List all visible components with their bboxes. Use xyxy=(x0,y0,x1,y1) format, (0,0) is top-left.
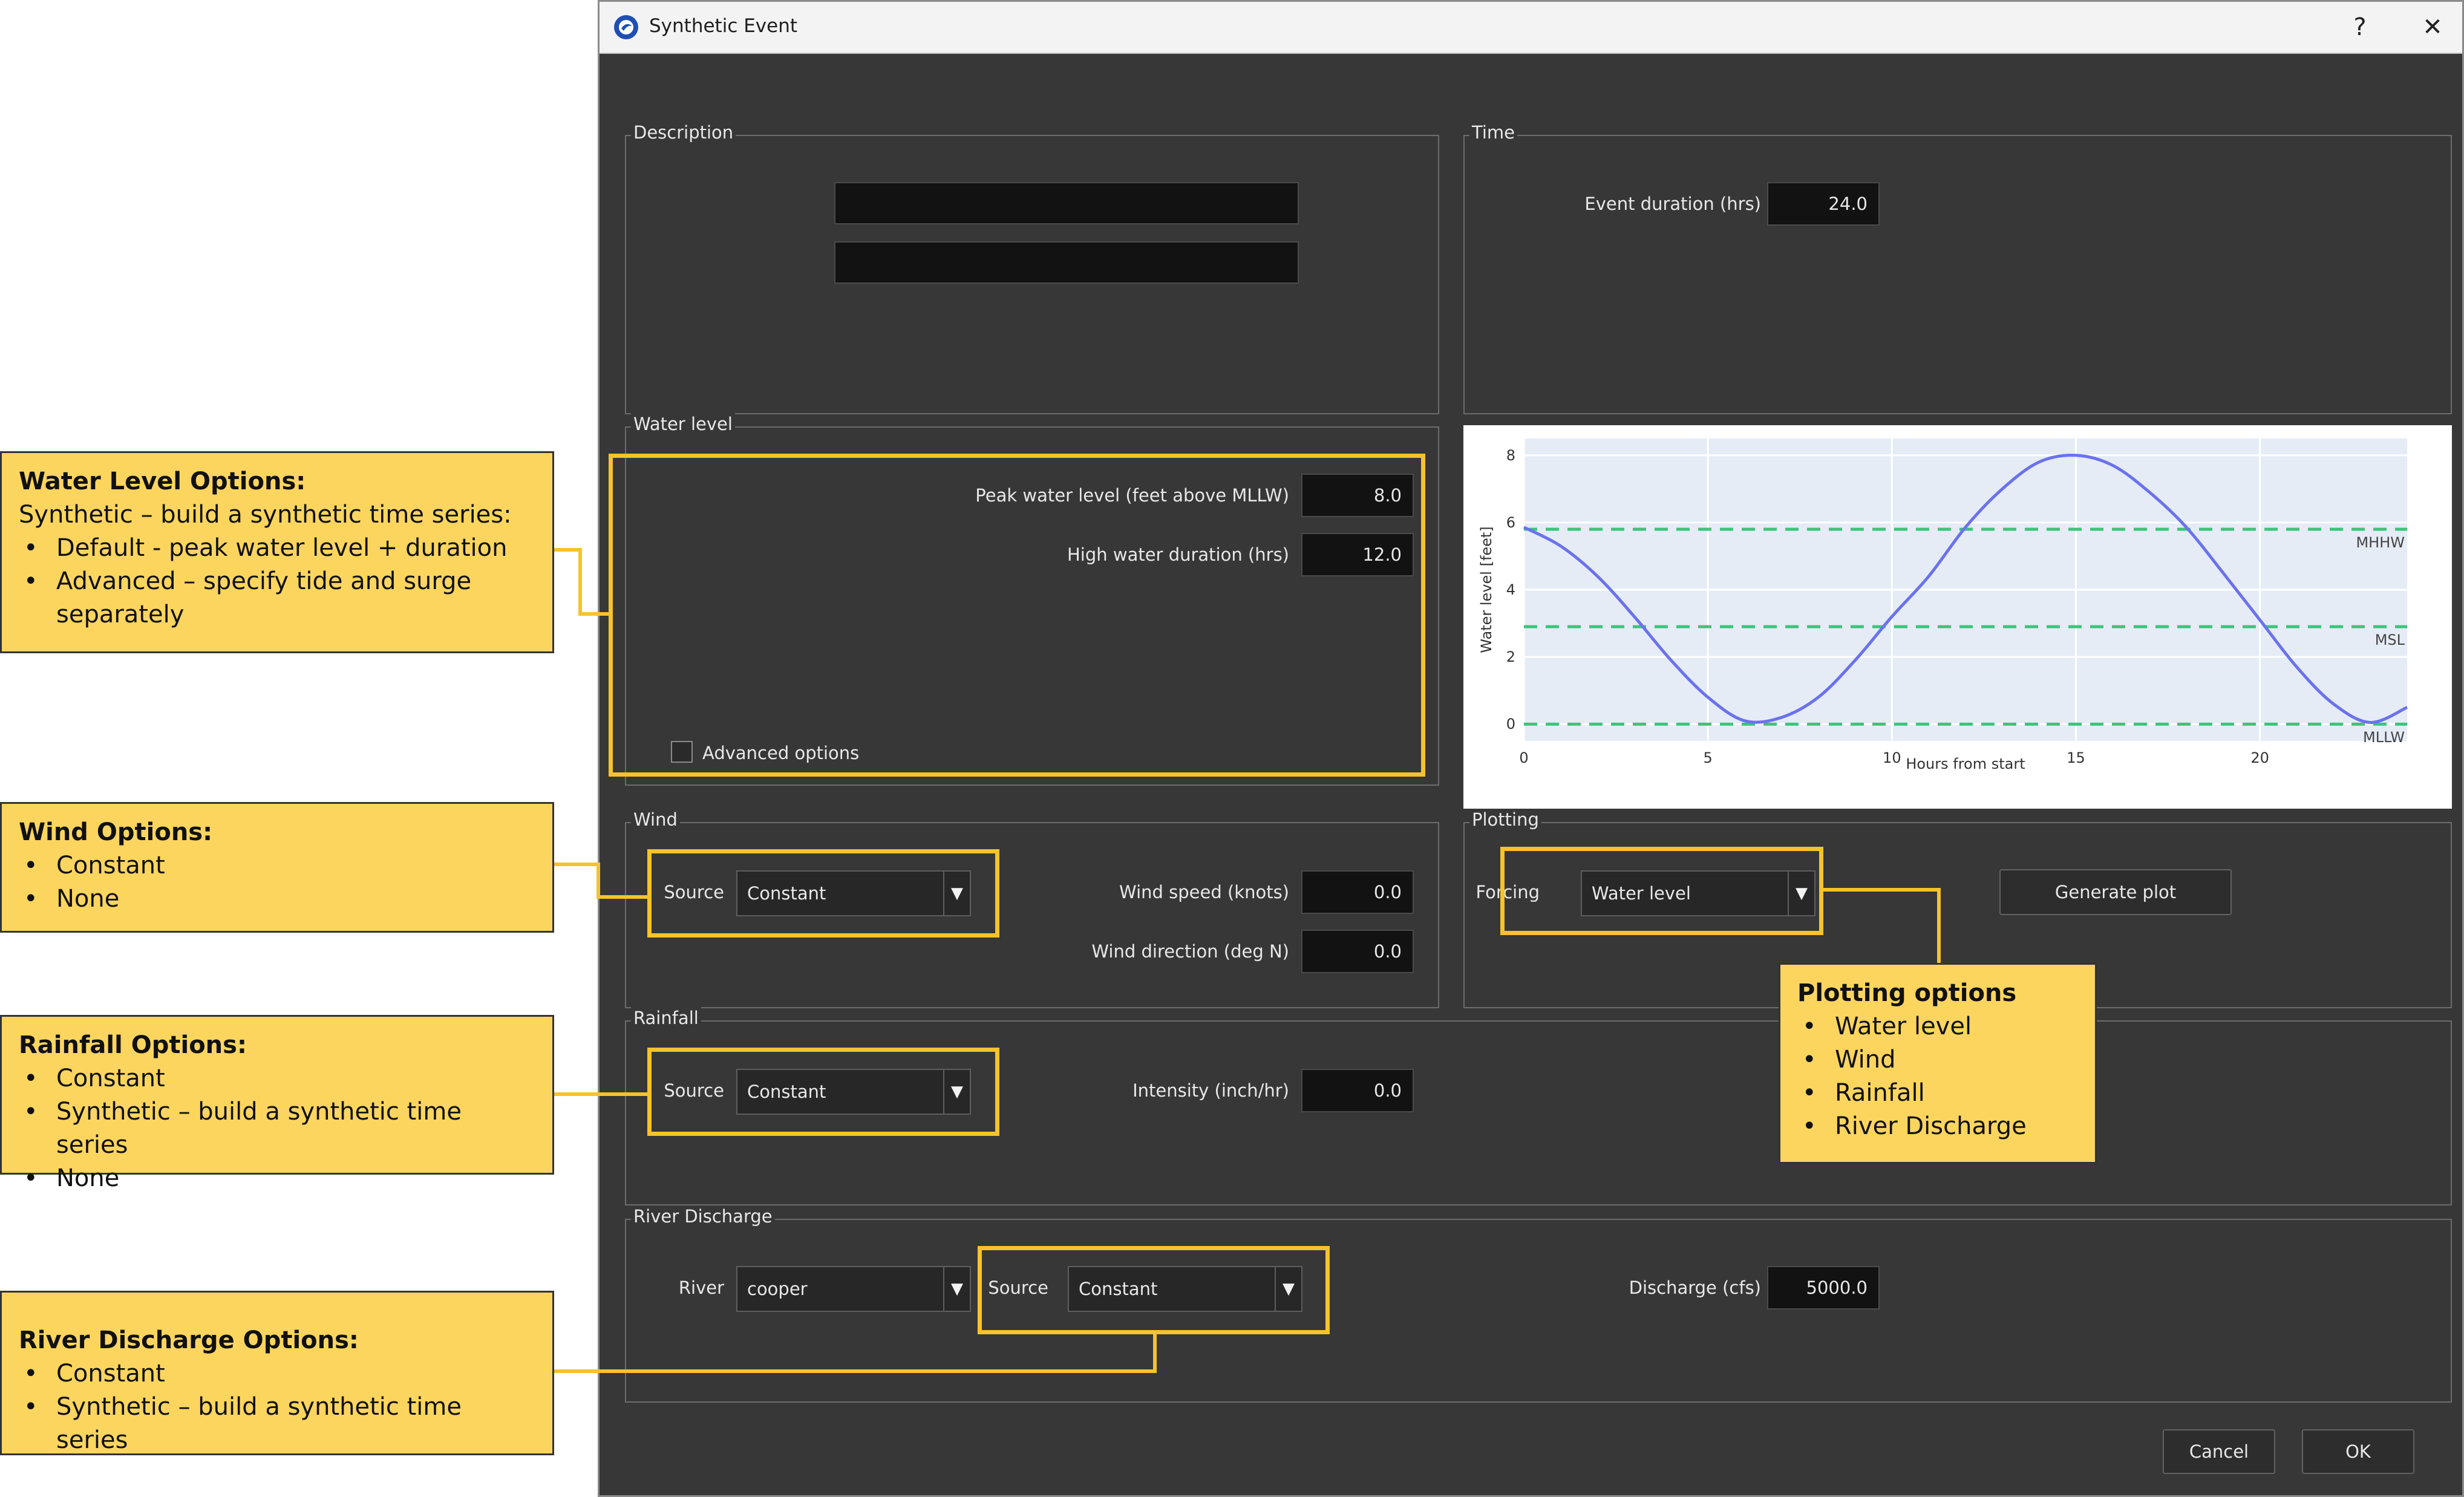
callout-title: Wind Options: xyxy=(19,818,213,846)
close-button[interactable]: ✕ xyxy=(2414,10,2451,44)
wind-connector xyxy=(596,895,650,899)
callout-item: Rainfall xyxy=(1797,1077,2078,1110)
screenshot-root: Synthetic Event ? ✕ Description Event Na… xyxy=(0,0,2464,1497)
rainfall-source-highlight xyxy=(647,1048,999,1136)
water-level-group-label: Water level xyxy=(631,413,735,435)
app-logo-icon xyxy=(614,15,638,39)
y-tick-label: 0 xyxy=(1506,716,1515,732)
time-group-label: Time xyxy=(1469,122,1517,143)
water-level-callout: Water Level Options: Synthetic – build a… xyxy=(0,451,554,653)
x-tick-label: 5 xyxy=(1704,749,1713,766)
reference-line-label: MSL xyxy=(2375,631,2405,648)
title-bar: Synthetic Event ? ✕ xyxy=(600,2,2462,54)
plotting-group-label: Plotting xyxy=(1469,809,1541,830)
river-source-highlight xyxy=(978,1246,1330,1334)
callout-list: Constant Synthetic – build a synthetic t… xyxy=(19,1357,535,1457)
callout-intro: Synthetic – build a synthetic time serie… xyxy=(19,501,512,529)
ok-button[interactable]: OK xyxy=(2302,1429,2414,1474)
rainfall-intensity-input[interactable] xyxy=(1301,1069,1414,1112)
river-value: cooper xyxy=(747,1279,808,1299)
river-label: River xyxy=(678,1277,724,1298)
river-connector xyxy=(552,1369,1157,1373)
callout-item: Wind xyxy=(1797,1043,2078,1077)
plotting-callout: Plotting options Water level Wind Rainfa… xyxy=(1779,963,2097,1164)
event-duration-input[interactable] xyxy=(1767,182,1880,226)
water-level-connector xyxy=(578,548,582,616)
x-tick-label: 15 xyxy=(2067,749,2085,766)
y-tick-label: 4 xyxy=(1506,581,1515,598)
callout-item: Synthetic – build a synthetic time serie… xyxy=(19,1391,535,1457)
rainfall-connector xyxy=(552,1092,650,1096)
rainfall-intensity-label: Intensity (inch/hr) xyxy=(1132,1080,1289,1101)
callout-item: Constant xyxy=(19,849,535,882)
callout-item: None xyxy=(19,1162,535,1195)
x-axis-label: Hours from start xyxy=(1906,755,2025,772)
callout-item: Constant xyxy=(19,1357,535,1391)
river-discharge-group-label: River Discharge xyxy=(631,1205,775,1227)
wind-callout: Wind Options: Constant None xyxy=(0,802,554,933)
event-name-input[interactable] xyxy=(834,182,1299,224)
callout-title: Plotting options xyxy=(1797,979,2017,1007)
forcing-highlight xyxy=(1500,847,1823,935)
x-tick-label: 20 xyxy=(2250,749,2269,766)
wind-direction-input[interactable] xyxy=(1301,930,1414,973)
discharge-label: Discharge (cfs) xyxy=(1629,1277,1761,1298)
callout-list: Water level Wind Rainfall River Discharg… xyxy=(1797,1010,2078,1143)
callout-list: Constant Synthetic – build a synthetic t… xyxy=(19,1062,535,1195)
help-button[interactable]: ? xyxy=(2342,10,2378,44)
wind-direction-label: Wind direction (deg N) xyxy=(1091,941,1289,962)
callout-item: Default - peak water level + duration xyxy=(19,532,535,565)
callout-item: Synthetic – build a synthetic time serie… xyxy=(19,1095,535,1162)
x-tick-label: 10 xyxy=(1883,749,1901,766)
wind-connector xyxy=(552,863,600,866)
time-group xyxy=(1463,135,2452,414)
water-level-connector xyxy=(552,548,582,552)
cancel-button[interactable]: Cancel xyxy=(2163,1429,2275,1474)
callout-item: Constant xyxy=(19,1062,535,1095)
plotting-connector xyxy=(1822,888,1941,892)
river-connector xyxy=(1153,1331,1157,1373)
y-axis-label: Water level [feet] xyxy=(1478,526,1495,653)
callout-list: Constant None xyxy=(19,849,535,916)
dropdown-arrow-icon: ▼ xyxy=(943,1267,970,1311)
x-tick-label: 0 xyxy=(1519,749,1528,766)
callout-item: River Discharge xyxy=(1797,1110,2078,1143)
water-level-chart: MHHW MSL MLLW 0 5 10 15 20 0 2 4 6 8 Hours from sta… xyxy=(1463,425,2452,809)
river-combo[interactable]: cooper ▼ xyxy=(736,1266,971,1312)
y-tick-label: 6 xyxy=(1506,514,1515,531)
wind-group-label: Wind xyxy=(631,809,680,830)
reference-line-label: MHHW xyxy=(2356,534,2405,551)
callout-item: None xyxy=(19,882,535,916)
water-level-connector xyxy=(578,612,611,616)
description-group-label: Description xyxy=(631,122,736,143)
callout-list: Default - peak water level + duration Ad… xyxy=(19,532,535,631)
water-level-chart-svg: MHHW MSL MLLW 0 5 10 15 20 0 2 4 6 8 Hours from sta… xyxy=(1478,439,2408,772)
callout-title: River Discharge Options: xyxy=(19,1326,359,1354)
plotting-connector xyxy=(1937,888,1941,963)
callout-title: Water Level Options: xyxy=(19,468,306,495)
wind-speed-input[interactable] xyxy=(1301,870,1414,914)
wind-speed-label: Wind speed (knots) xyxy=(1119,882,1289,902)
wind-source-highlight xyxy=(647,849,999,938)
callout-item: Advanced – specify tide and surge separa… xyxy=(19,565,535,631)
y-tick-label: 2 xyxy=(1506,648,1515,665)
window-title: Synthetic Event xyxy=(649,15,798,37)
rainfall-group-label: Rainfall xyxy=(631,1007,701,1029)
discharge-input[interactable] xyxy=(1767,1266,1880,1309)
description-input[interactable] xyxy=(834,241,1299,284)
rainfall-callout: Rainfall Options: Constant Synthetic – b… xyxy=(0,1015,554,1195)
callout-title: Rainfall Options: xyxy=(19,1031,247,1059)
y-tick-label: 8 xyxy=(1506,447,1515,464)
water-level-highlight xyxy=(609,454,1425,777)
callout-item: Water level xyxy=(1797,1010,2078,1043)
generate-plot-button[interactable]: Generate plot xyxy=(1999,869,2232,915)
river-callout: River Discharge Options: Constant Synthe… xyxy=(0,1291,554,1455)
wind-connector xyxy=(596,863,600,899)
reference-line-label: MLLW xyxy=(2363,729,2405,746)
event-duration-label: Event duration (hrs) xyxy=(1584,194,1761,214)
